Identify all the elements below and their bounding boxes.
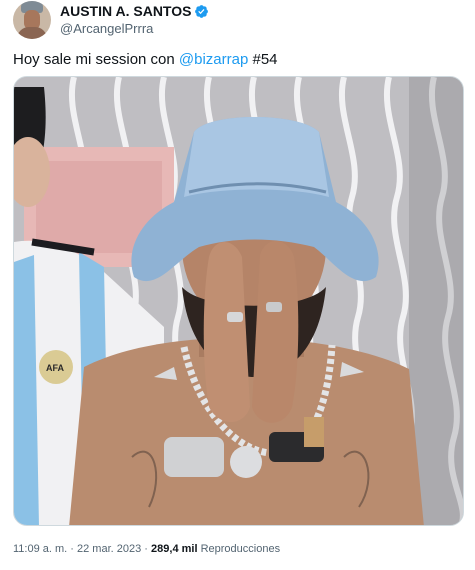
- author-display-name[interactable]: AUSTIN A. SANTOS: [60, 3, 191, 20]
- author-names: AUSTIN A. SANTOS @ArcangelPrrra: [60, 3, 209, 37]
- views-count[interactable]: 289,4 mil: [151, 543, 197, 555]
- meta-separator: ·: [70, 543, 74, 555]
- verified-badge-icon: [195, 5, 209, 18]
- photo-illustration: AFA: [14, 77, 463, 525]
- tweet-photo[interactable]: AFA: [13, 76, 464, 526]
- views-label: Reproducciones: [200, 543, 281, 555]
- svg-text:AFA: AFA: [46, 363, 65, 373]
- tweet-date[interactable]: 22 mar. 2023: [77, 543, 141, 555]
- meta-separator-2: ·: [144, 543, 148, 555]
- author-handle[interactable]: @ArcangelPrrra: [60, 20, 209, 37]
- tweet-meta: 11:09 a. m. · 22 mar. 2023 · 289,4 mil R…: [13, 541, 280, 557]
- tweet-text-suffix: #54: [248, 51, 278, 68]
- avatar[interactable]: [13, 1, 51, 39]
- tweet-time[interactable]: 11:09 a. m.: [13, 543, 67, 555]
- name-row: AUSTIN A. SANTOS: [60, 3, 209, 20]
- tweet-text-prefix: Hoy sale mi session con: [13, 51, 179, 68]
- mention-link[interactable]: @bizarrap: [179, 51, 248, 68]
- tweet-text: Hoy sale mi session con @bizarrap #54: [13, 50, 278, 70]
- tweet-header: AUSTIN A. SANTOS @ArcangelPrrra: [13, 0, 209, 40]
- tweet-card: AUSTIN A. SANTOS @ArcangelPrrra Hoy sale…: [0, 0, 475, 570]
